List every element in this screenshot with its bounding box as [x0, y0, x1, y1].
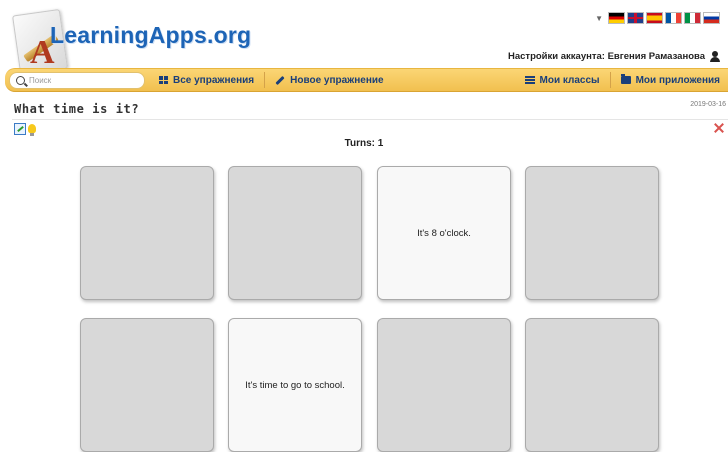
flag-de-icon[interactable]	[608, 12, 625, 24]
main-navbar: Все упражнения Новое упражнение Мои клас…	[5, 68, 728, 92]
memory-card[interactable]	[525, 318, 659, 452]
card-text: It's time to go to school.	[245, 379, 345, 391]
flag-fr-icon[interactable]	[665, 12, 682, 24]
list-icon	[524, 76, 535, 84]
search-input[interactable]	[29, 75, 129, 85]
language-selector[interactable]: ▼	[595, 12, 720, 24]
logo-text: LearningApps.org	[50, 22, 252, 48]
grid-icon	[159, 76, 168, 84]
memory-card[interactable]	[228, 166, 362, 300]
user-icon	[710, 51, 720, 62]
flag-en-icon[interactable]	[627, 12, 644, 24]
nav-my-classes-label: Мои классы	[539, 74, 600, 86]
folder-icon	[620, 74, 631, 84]
account-label: Настройки аккаунта: Евгения Рамазанова	[508, 51, 705, 62]
edit-icon[interactable]	[14, 123, 26, 135]
turns-counter: Turns: 1	[344, 138, 384, 149]
nav-my-apps[interactable]: Мои приложения	[611, 69, 728, 91]
memory-card[interactable]	[80, 318, 214, 452]
page-title: What time is it?	[14, 102, 140, 116]
card-text: It's 8 o'clock.	[417, 227, 471, 239]
fullscreen-icon[interactable]	[714, 123, 724, 133]
flag-es-icon[interactable]	[646, 12, 663, 24]
chevron-down-icon[interactable]: ▼	[595, 14, 603, 23]
lightbulb-icon[interactable]	[28, 124, 36, 136]
search-icon	[16, 75, 25, 85]
flag-ru-icon[interactable]	[703, 12, 720, 24]
logo[interactable]: A LearningApps.org	[12, 4, 262, 76]
app-date: 2019-03-16	[690, 101, 726, 108]
nav-all-exercises-label: Все упражнения	[173, 74, 255, 86]
memory-card[interactable]	[80, 166, 214, 300]
app-tools	[14, 123, 36, 136]
pencil-icon	[275, 75, 285, 85]
account-settings-link[interactable]: Настройки аккаунта: Евгения Рамазанова	[508, 51, 720, 62]
nav-my-classes[interactable]: Мои классы	[515, 69, 610, 91]
nav-new-exercise-label: Новое упражнение	[290, 74, 384, 86]
flag-it-icon[interactable]	[684, 12, 701, 24]
search-box[interactable]	[9, 71, 145, 89]
memory-card[interactable]: It's 8 o'clock.	[377, 166, 511, 300]
divider	[12, 119, 728, 120]
memory-card[interactable]	[525, 166, 659, 300]
nav-new-exercise[interactable]: Новое упражнение	[265, 69, 394, 91]
memory-card[interactable]: It's time to go to school.	[228, 318, 362, 452]
memory-card[interactable]	[377, 318, 511, 452]
nav-my-apps-label: Мои приложения	[635, 74, 720, 86]
nav-all-exercises[interactable]: Все упражнения	[149, 69, 264, 91]
